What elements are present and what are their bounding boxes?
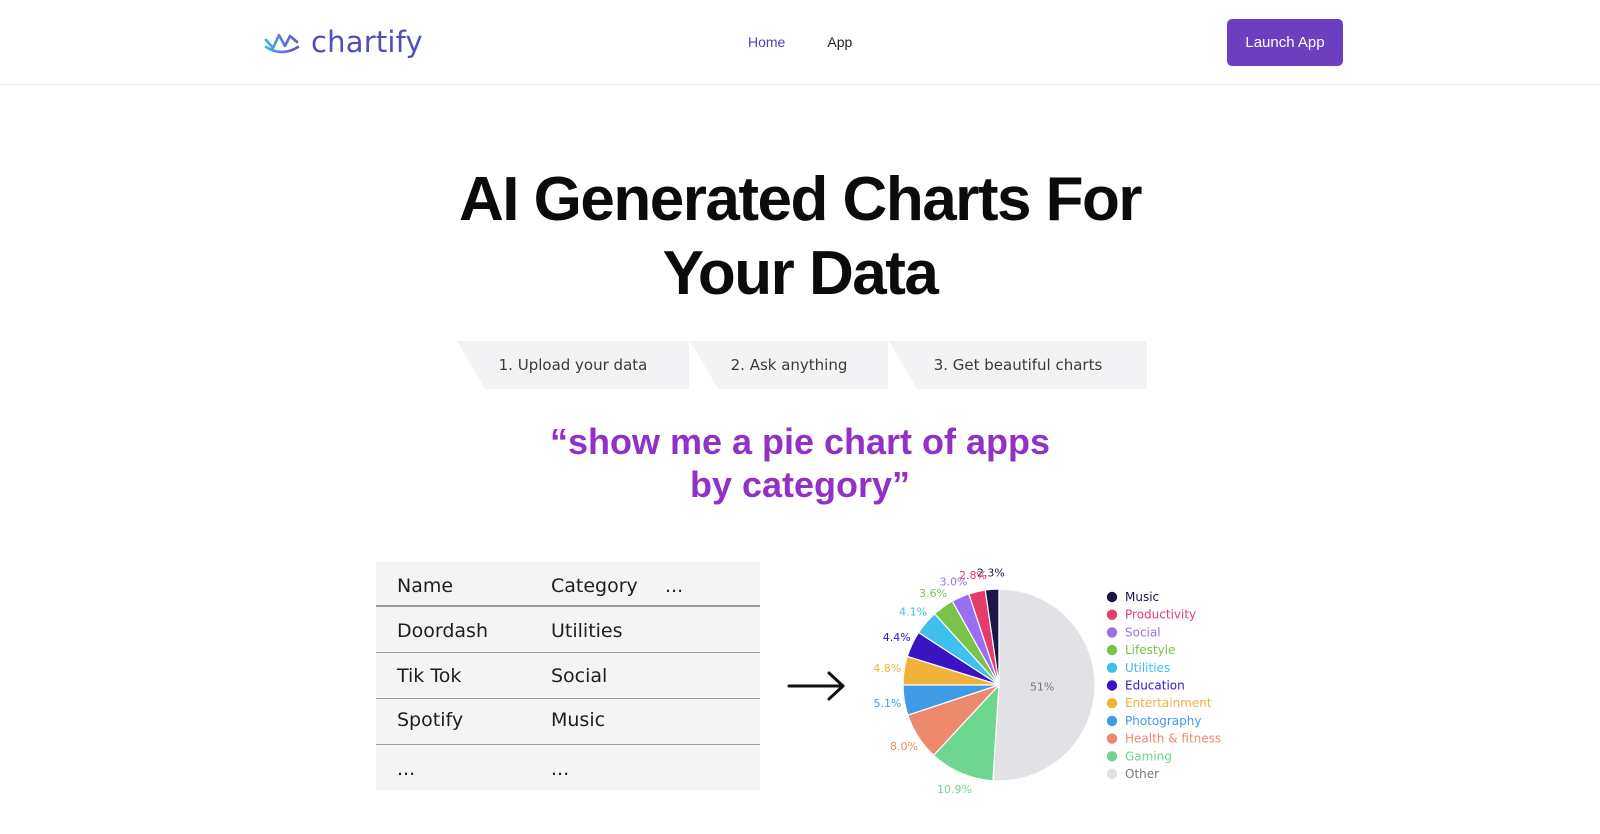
example-prompt: “show me a pie chart of apps by category… — [0, 420, 1600, 506]
legend-swatch — [1106, 609, 1118, 620]
legend-label: Health & fitness — [1125, 732, 1221, 746]
pie-data-label: 4.4% — [883, 631, 911, 644]
legend-swatch — [1106, 644, 1118, 656]
column-header-more: ... — [665, 575, 684, 597]
sample-data-table: Name Category ... Doordash Utilities Tik… — [376, 562, 760, 790]
row-divider — [376, 744, 760, 745]
column-header-category: Category — [551, 575, 638, 597]
cell-category: ... — [551, 758, 570, 780]
legend-label: Other — [1125, 767, 1159, 781]
cell-name: Tik Tok — [397, 665, 462, 687]
legend-swatch — [1106, 627, 1118, 638]
brand-name: chartify — [311, 25, 423, 59]
pie-data-label: 10.9% — [937, 783, 972, 796]
cell-category: Social — [551, 665, 608, 687]
site-header: chartify Home App Launch App — [0, 0, 1600, 85]
pie-data-label: 51% — [1030, 680, 1054, 693]
legend-swatch — [1106, 768, 1118, 780]
legend-label: Social — [1125, 625, 1161, 639]
legend-swatch — [1106, 591, 1118, 603]
brand-logo[interactable]: chartify — [263, 22, 423, 62]
pie-data-label: 4.1% — [899, 606, 927, 619]
legend-label: Gaming — [1125, 749, 1172, 763]
nav-link-home[interactable]: Home — [748, 34, 785, 50]
cell-name: Spotify — [397, 709, 464, 731]
pie-data-label: 8.0% — [890, 740, 918, 753]
legend-label: Entertainment — [1125, 696, 1212, 710]
hero-title: AI Generated Charts For Your Data — [0, 163, 1600, 311]
cell-category: Utilities — [551, 620, 623, 642]
hero-title-line-2: Your Data — [662, 239, 939, 308]
legend-swatch — [1106, 698, 1118, 709]
pie-data-label: 3.6% — [919, 587, 947, 600]
legend-swatch — [1106, 715, 1118, 727]
steps-bar: 1. Upload your data 2. Ask anything 3. G… — [457, 341, 1147, 389]
nav-link-app[interactable]: App — [827, 34, 852, 50]
cell-name: Doordash — [397, 620, 489, 642]
legend-label: Productivity — [1125, 608, 1196, 622]
pie-data-label: 4.8% — [873, 662, 901, 675]
prompt-line-2: by category” — [689, 464, 911, 505]
header-divider — [376, 605, 760, 607]
legend-label: Education — [1125, 679, 1185, 693]
hero-title-line-1: AI Generated Charts For — [458, 165, 1143, 234]
step-upload: 1. Upload your data — [457, 341, 689, 389]
crown-logo-icon — [264, 33, 300, 54]
legend-swatch — [1106, 751, 1118, 762]
legend-swatch — [1106, 733, 1118, 744]
legend-swatch — [1106, 662, 1118, 673]
launch-app-button[interactable]: Launch App — [1227, 19, 1343, 66]
legend-swatch — [1106, 680, 1118, 691]
main-nav: Home App — [748, 34, 852, 50]
cell-name: ... — [397, 758, 416, 780]
step-ask: 2. Ask anything — [690, 341, 888, 389]
row-divider — [376, 652, 760, 653]
pie-data-label: 5.1% — [873, 697, 901, 710]
legend-label: Photography — [1125, 714, 1201, 728]
step-charts: 3. Get beautiful charts — [889, 341, 1147, 389]
cell-category: Music — [551, 709, 606, 731]
legend-label: Utilities — [1125, 661, 1170, 675]
column-header-name: Name — [397, 575, 454, 597]
prompt-line-1: “show me a pie chart of apps — [549, 421, 1051, 462]
legend-label: Music — [1125, 590, 1159, 604]
right-arrow-icon — [787, 671, 845, 701]
row-divider — [376, 698, 760, 699]
legend-label: Lifestyle — [1125, 643, 1175, 657]
pie-chart: 2.3% 2.8% 3.0% 3.6% 4.1% 4.4% 4.8% 5.1% 8.0% 10.9… — [866, 545, 1236, 800]
pie-chart-svg: 2.3%2.8%3.0%3.6%4.1%4.4%4.8%5.1%8.0%10.9… — [873, 566, 1221, 796]
